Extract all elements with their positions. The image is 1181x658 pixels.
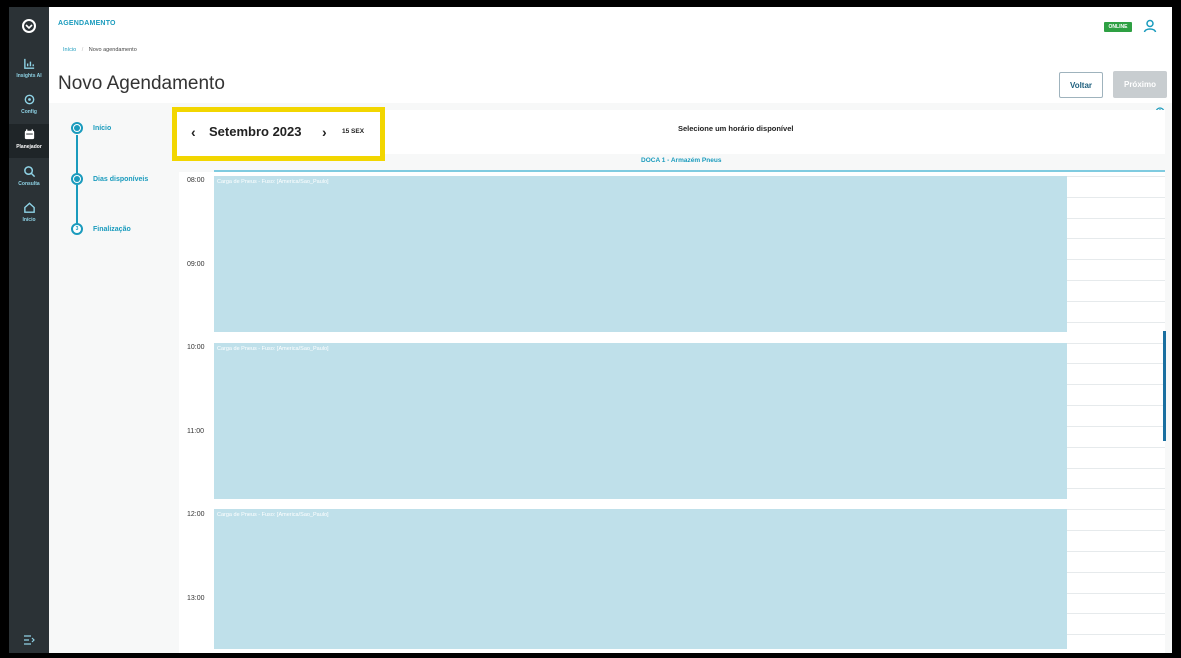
- breadcrumb-current: Novo agendamento: [88, 47, 137, 53]
- time-label: 11:00: [187, 428, 204, 435]
- home-icon: [23, 202, 35, 213]
- month-navigator: ‹ Setembro 2023 › 15 SEX: [172, 107, 385, 161]
- instruction-text: Selecione um horário disponível: [678, 124, 794, 133]
- time-label: 10:00: [187, 344, 205, 351]
- back-button[interactable]: Voltar: [1059, 72, 1103, 98]
- time-label: 09:00: [187, 261, 205, 268]
- step-inicio[interactable]: Início: [71, 122, 111, 134]
- search-icon: [23, 166, 35, 178]
- sidebar-item-label: Config: [21, 109, 37, 115]
- breadcrumb-separator: /: [81, 47, 84, 53]
- sidebar-item-label: Insights AI: [16, 73, 42, 79]
- top-bar: AGENDAMENTO ONLINE: [49, 7, 1172, 39]
- sidebar-item-label: Planejador: [16, 144, 42, 150]
- sidebar: Insights AI Config Planejador Consulta I…: [9, 7, 49, 653]
- slot-label: Carga de Pneus - Fuso: [America/Sao_Paul…: [217, 346, 329, 352]
- sidebar-item-consulta[interactable]: Consulta: [9, 161, 49, 195]
- time-label: 13:00: [187, 595, 205, 602]
- page-title: Novo Agendamento: [58, 73, 225, 94]
- status-badge: ONLINE: [1104, 22, 1132, 32]
- slot-label: Carga de Pneus - Fuso: [America/Sao_Paul…: [217, 179, 329, 185]
- user-icon[interactable]: [1143, 19, 1157, 33]
- collapse-menu-icon[interactable]: [23, 635, 35, 645]
- calendar-icon: [24, 129, 34, 140]
- sidebar-item-label: Consulta: [18, 181, 40, 187]
- breadcrumb: Início / Novo agendamento: [63, 47, 137, 53]
- app-title: AGENDAMENTO: [58, 20, 116, 27]
- stepper-connector: [76, 135, 78, 176]
- step-marker-icon: 3: [71, 223, 83, 235]
- time-label: 12:00: [187, 511, 205, 518]
- day-number: 15: [342, 128, 350, 135]
- day-weekday: SEX: [351, 128, 365, 135]
- sidebar-item-config[interactable]: Config: [9, 89, 49, 123]
- step-label: Dias disponíveis: [93, 175, 149, 183]
- scrollbar-thumb[interactable]: [1163, 331, 1166, 441]
- sidebar-item-label: Início: [22, 217, 36, 223]
- dock-name: DOCA 1 - Armazém Pneus: [641, 157, 722, 164]
- app-window: Insights AI Config Planejador Consulta I…: [9, 7, 1172, 653]
- time-slot[interactable]: Carga de Pneus - Fuso: [America/Sao_Paul…: [214, 176, 1067, 332]
- sidebar-item-insights[interactable]: Insights AI: [9, 53, 49, 87]
- breadcrumb-home-link[interactable]: Início: [63, 47, 76, 53]
- time-slot[interactable]: Carga de Pneus - Fuso: [America/Sao_Paul…: [214, 343, 1067, 499]
- step-marker-icon: [71, 173, 83, 185]
- step-marker-icon: [71, 122, 83, 134]
- time-grid: 08:00 09:00 10:00 11:00 12:00 13:00 Carg…: [179, 172, 1165, 653]
- step-label: Início: [93, 124, 112, 132]
- slot-label: Carga de Pneus - Fuso: [America/Sao_Paul…: [217, 512, 329, 518]
- selected-day[interactable]: 15 SEX: [342, 126, 364, 138]
- next-button[interactable]: Próximo: [1113, 71, 1167, 98]
- stepper-connector: [76, 185, 78, 226]
- step-dias-disponiveis[interactable]: Dias disponíveis: [71, 173, 148, 185]
- prev-month-button[interactable]: ‹: [191, 124, 201, 140]
- step-label: Finalização: [93, 225, 131, 233]
- next-month-button[interactable]: ›: [322, 124, 332, 140]
- step-finalizacao[interactable]: 3 Finalização: [71, 223, 131, 235]
- logo-icon[interactable]: [21, 18, 37, 34]
- gear-icon: [24, 94, 34, 105]
- chart-icon: [23, 58, 34, 69]
- sidebar-item-inicio[interactable]: Início: [9, 197, 49, 231]
- sidebar-item-planejador[interactable]: Planejador: [9, 124, 49, 158]
- time-label: 08:00: [187, 177, 205, 184]
- month-label: Setembro 2023: [209, 124, 302, 139]
- time-slot[interactable]: Carga de Pneus - Fuso: [America/Sao_Paul…: [214, 509, 1067, 649]
